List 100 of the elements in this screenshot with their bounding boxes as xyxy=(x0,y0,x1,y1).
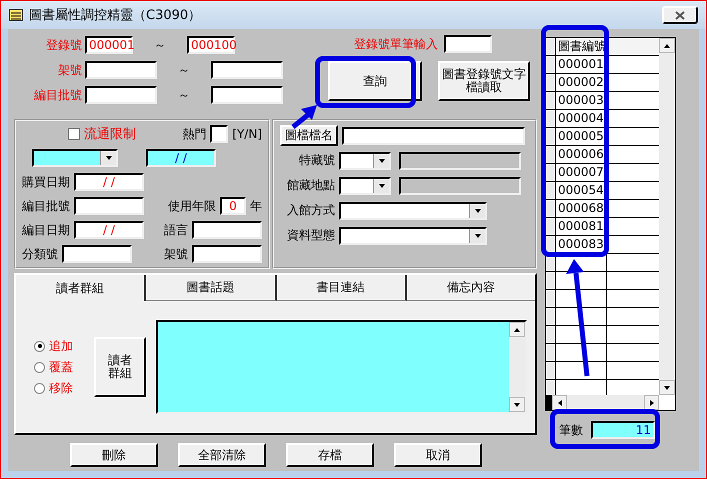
action-button[interactable]: 全部清除 xyxy=(178,443,266,467)
row-header[interactable] xyxy=(546,380,556,395)
input-field[interactable] xyxy=(85,61,157,79)
field-label: 特藏號 xyxy=(298,152,335,169)
action-button[interactable]: 刪除 xyxy=(70,443,158,467)
dropdown-arrow-icon xyxy=(104,154,112,162)
radio-label: 移除 xyxy=(49,380,73,396)
range-separator: ～ xyxy=(153,36,167,54)
input-field[interactable] xyxy=(210,125,228,143)
dropdown-arrow-icon xyxy=(378,156,386,164)
reader-group-button[interactable]: 讀者群組 xyxy=(94,337,146,397)
input-field[interactable] xyxy=(342,126,525,144)
dropdown[interactable] xyxy=(339,202,487,220)
table-cell: 000002 xyxy=(556,74,607,91)
scroll-arrow-icon xyxy=(513,326,521,334)
input-field[interactable]: 000100 xyxy=(187,36,235,54)
table-cell: 000004 xyxy=(556,110,607,127)
table-cell: 000007 xyxy=(556,164,607,181)
row-header[interactable] xyxy=(546,74,556,91)
input-field[interactable] xyxy=(444,35,492,53)
range-separator: ～ xyxy=(177,62,191,78)
dropdown[interactable] xyxy=(339,152,391,170)
input-field[interactable] xyxy=(192,245,262,263)
dropdown-arrow-icon xyxy=(513,400,521,408)
row-header[interactable] xyxy=(546,110,556,127)
unit-label: 年 xyxy=(250,198,262,214)
date-field[interactable]: / / xyxy=(74,221,144,239)
field-label: 編目批號 xyxy=(33,86,83,104)
radio-label: 追加 xyxy=(49,338,73,354)
row-header[interactable] xyxy=(546,128,556,145)
scroll-arrow-icon xyxy=(663,42,671,50)
row-header[interactable] xyxy=(546,236,556,253)
field-label: 使用年限 xyxy=(168,198,216,214)
input-field[interactable] xyxy=(192,221,262,239)
vertical-scrollbar[interactable] xyxy=(659,38,675,395)
vertical-scrollbar[interactable] xyxy=(509,322,525,412)
table-cell: 000083 xyxy=(556,236,607,253)
row-header[interactable] xyxy=(546,182,556,199)
row-header[interactable] xyxy=(546,308,556,325)
input-field[interactable] xyxy=(74,197,144,215)
field-label: 熱門 xyxy=(182,126,206,142)
dropdown[interactable] xyxy=(339,176,391,194)
window-title: 圖書屬性調控精靈（C3090） xyxy=(29,7,202,24)
list-box[interactable] xyxy=(156,320,527,414)
field-label: 語言 xyxy=(164,222,188,238)
close-button[interactable] xyxy=(662,6,698,24)
field-label: 登錄號 xyxy=(45,36,83,54)
row-header[interactable] xyxy=(546,146,556,163)
count-label: 筆數 xyxy=(559,422,583,438)
table-cell: 000003 xyxy=(556,92,607,109)
field-label: 入館方式 xyxy=(286,202,335,219)
radio-button[interactable] xyxy=(34,382,45,394)
tab[interactable]: 書目連結 xyxy=(276,275,407,301)
row-header[interactable] xyxy=(546,56,556,73)
dropdown[interactable] xyxy=(32,149,118,167)
radio-button[interactable] xyxy=(34,340,45,352)
image-file-button[interactable]: 圖檔檔名 xyxy=(280,125,338,146)
query-button[interactable]: 查詢 xyxy=(328,61,422,101)
row-header[interactable] xyxy=(546,362,556,379)
radio-label: 覆蓋 xyxy=(49,358,73,376)
table-cell: 000006 xyxy=(556,146,607,163)
range-separator: ～ xyxy=(177,86,191,104)
date-field[interactable]: / / xyxy=(74,173,144,191)
input-field[interactable] xyxy=(62,245,132,263)
annotation-arrow xyxy=(291,105,317,129)
dropdown-arrow-icon xyxy=(474,206,482,214)
input-field[interactable] xyxy=(85,86,157,104)
field-label: 資料型態 xyxy=(286,227,335,244)
field-label: 編目批號 xyxy=(22,198,70,214)
field-label: 分類號 xyxy=(22,246,58,262)
row-header[interactable] xyxy=(546,218,556,235)
field-label: 架號 xyxy=(164,246,188,262)
row-header[interactable] xyxy=(546,200,556,217)
input-field[interactable]: 0 xyxy=(220,197,246,215)
scroll-arrow-icon xyxy=(648,398,656,406)
dropdown-arrow-icon xyxy=(474,232,482,240)
row-header[interactable] xyxy=(546,326,556,343)
row-header[interactable] xyxy=(546,290,556,307)
action-button[interactable]: 取消 xyxy=(394,443,482,467)
field-label: 館藏地點 xyxy=(286,177,335,194)
row-header[interactable] xyxy=(546,164,556,181)
table-cell: 000068 xyxy=(556,200,607,217)
checkbox[interactable] xyxy=(68,128,80,140)
radio-button[interactable] xyxy=(34,362,45,372)
field-label: 架號 xyxy=(57,62,83,78)
import-button[interactable]: 圖書登錄號文字檔讀取 xyxy=(438,61,530,101)
input-field[interactable] xyxy=(211,61,283,79)
tab[interactable]: 圖書話題 xyxy=(146,275,276,301)
table-cell: 000005 xyxy=(556,128,607,145)
input-field[interactable] xyxy=(211,86,283,104)
input-field[interactable]: 000001 xyxy=(85,36,133,54)
table-cell: 000081 xyxy=(556,218,607,235)
date-field[interactable]: / / xyxy=(146,149,216,167)
row-header[interactable] xyxy=(546,92,556,109)
dropdown[interactable] xyxy=(339,226,487,244)
row-header[interactable] xyxy=(546,344,556,361)
count-field: 11 xyxy=(591,421,655,439)
close-icon xyxy=(675,10,685,20)
action-button[interactable]: 存檔 xyxy=(286,443,374,467)
row-header[interactable] xyxy=(546,272,556,289)
